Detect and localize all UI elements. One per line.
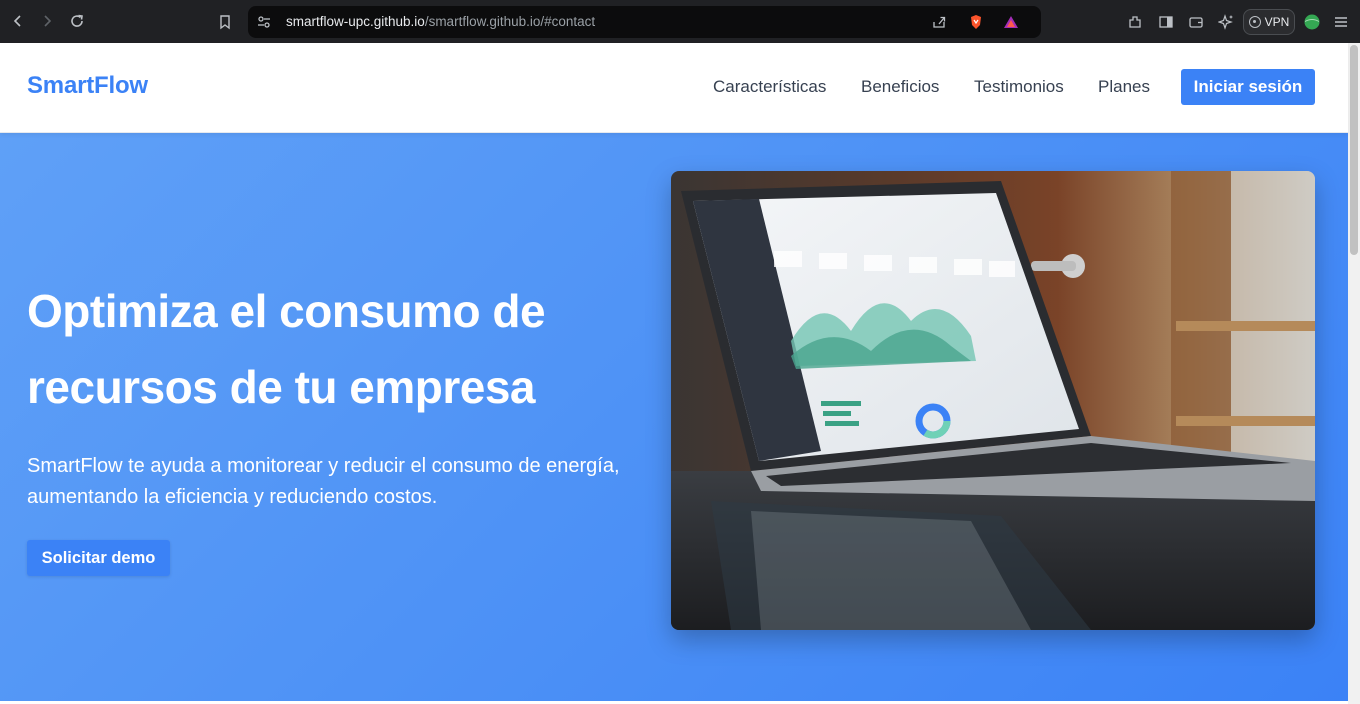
brave-shield-icon[interactable] xyxy=(966,12,986,32)
laptop-dashboard-image xyxy=(671,171,1315,630)
menu-icon[interactable] xyxy=(1331,12,1351,32)
extensions-icon[interactable] xyxy=(1125,12,1145,32)
wallet-icon[interactable] xyxy=(1186,12,1206,32)
scrollbar-thumb[interactable] xyxy=(1350,45,1358,255)
hero-subtitle: SmartFlow te ayuda a monitorear y reduci… xyxy=(27,455,620,508)
url-path: /smartflow.github.io/#contact xyxy=(424,14,596,29)
vpn-icon xyxy=(1248,16,1261,28)
scrollbar[interactable] xyxy=(1348,43,1360,704)
site-settings-icon[interactable] xyxy=(254,12,274,32)
profile-icon[interactable] xyxy=(1302,12,1322,32)
bookmark-icon[interactable] xyxy=(215,12,235,32)
leo-ai-icon[interactable] xyxy=(1216,12,1236,32)
login-button[interactable]: Iniciar sesión xyxy=(1181,69,1315,105)
site-header: SmartFlow Características Beneficios Tes… xyxy=(0,43,1348,133)
nav-link-caracteristicas[interactable]: Características xyxy=(713,77,826,97)
vpn-button[interactable]: VPN xyxy=(1243,9,1295,35)
nav-link-planes[interactable]: Planes xyxy=(1098,77,1150,97)
brave-rewards-icon[interactable] xyxy=(1001,12,1021,32)
address-bar[interactable]: smartflow-upc.github.io/smartflow.github… xyxy=(248,6,1041,38)
hero-section: Optimiza el consumo de recursos de tu em… xyxy=(0,133,1348,701)
sidebar-icon[interactable] xyxy=(1156,12,1176,32)
reload-icon[interactable] xyxy=(66,10,88,32)
nav-link-beneficios[interactable]: Beneficios xyxy=(861,77,939,97)
back-icon[interactable] xyxy=(7,10,29,32)
share-icon[interactable] xyxy=(929,12,949,32)
vpn-label: VPN xyxy=(1264,15,1290,29)
forward-icon[interactable] xyxy=(36,10,58,32)
browser-toolbar: smartflow-upc.github.io/smartflow.github… xyxy=(0,0,1360,43)
hero-title: Optimiza el consumo de recursos de tu em… xyxy=(27,285,546,413)
nav-link-testimonios[interactable]: Testimonios xyxy=(974,77,1064,97)
url-text: smartflow-upc.github.io/smartflow.github… xyxy=(286,14,595,29)
request-demo-button[interactable]: Solicitar demo xyxy=(27,540,170,576)
brand-logo[interactable]: SmartFlow xyxy=(27,72,148,100)
url-host: smartflow-upc.github.io xyxy=(286,14,425,29)
